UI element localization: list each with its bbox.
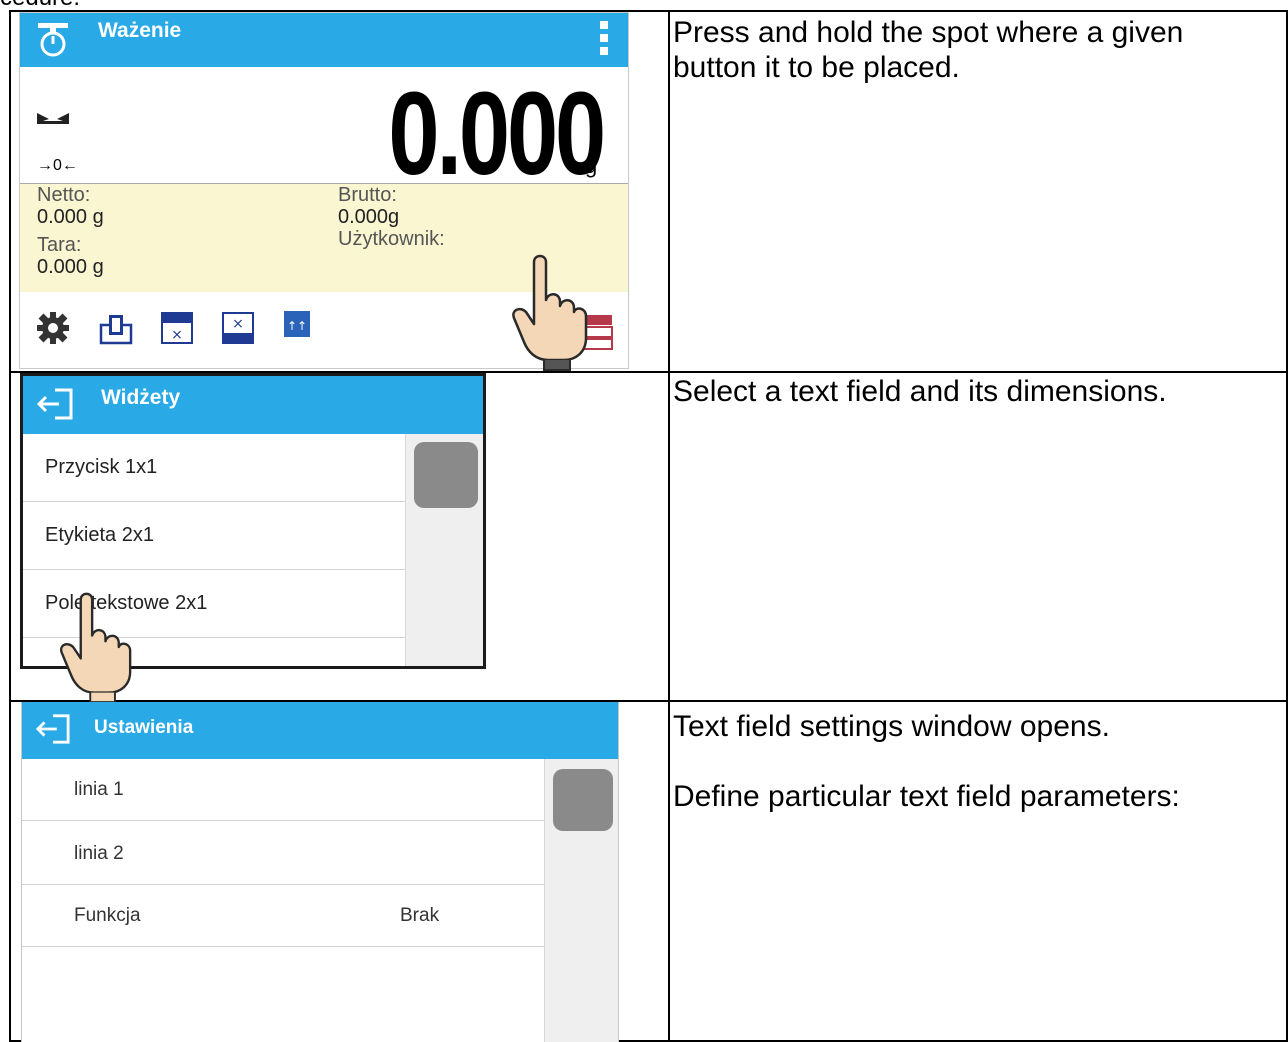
list-item-label: Przycisk 1x1 bbox=[45, 456, 158, 478]
list-item[interactable]: Etykieta 2x1 bbox=[23, 502, 405, 570]
instruction-row-3: Text field settings window opens. Define… bbox=[673, 709, 1273, 814]
instruction-row-1: Press and hold the spot where a given bu… bbox=[673, 15, 1273, 85]
scrollbar-thumb[interactable] bbox=[414, 442, 478, 508]
list-item-label: Etykieta 2x1 bbox=[45, 524, 154, 546]
weight-unit: g bbox=[585, 153, 598, 178]
instruction-line: Press and hold the spot where a given bbox=[673, 16, 1184, 49]
settings-screen: Ustawienia linia 1 linia 2 Funkcja Brak bbox=[21, 702, 619, 1042]
pointing-hand-icon bbox=[512, 254, 588, 371]
print-footer-icon[interactable]: ⨯ bbox=[221, 311, 255, 345]
netto-label: Netto: bbox=[37, 184, 91, 206]
scrollbar[interactable] bbox=[544, 759, 618, 1042]
settings-row-value: Brak bbox=[400, 905, 440, 926]
stability-indicator-icon bbox=[37, 113, 69, 124]
settings-title: Ustawienia bbox=[94, 717, 194, 738]
instruction-row-2: Select a text field and its dimensions. bbox=[673, 374, 1273, 409]
svg-text:↑↑: ↑↑ bbox=[287, 319, 307, 333]
column-divider bbox=[668, 12, 670, 1040]
netto-value: 0.000 g bbox=[37, 206, 104, 228]
settings-row-line2[interactable]: linia 2 bbox=[22, 823, 544, 885]
settings-row-label: linia 2 bbox=[74, 843, 124, 864]
tara-label: Tara: bbox=[37, 234, 82, 256]
widgets-header: Widżety bbox=[23, 376, 483, 434]
settings-row-label: linia 1 bbox=[74, 779, 124, 800]
weighing-header: Ważenie bbox=[20, 13, 628, 67]
instruction-line: button it to be placed. bbox=[673, 51, 960, 84]
weighing-title: Ważenie bbox=[98, 19, 182, 42]
scale-icon[interactable] bbox=[36, 21, 70, 57]
widgets-title: Widżety bbox=[101, 386, 181, 409]
instruction-line: Text field settings window opens. bbox=[673, 710, 1110, 743]
svg-text:⨯: ⨯ bbox=[171, 327, 183, 343]
brutto-value: 0.000g bbox=[338, 206, 400, 228]
settings-gear-icon[interactable] bbox=[36, 311, 70, 345]
instruction-line: Select a text field and its dimensions. bbox=[673, 375, 1167, 408]
tare-icon[interactable] bbox=[98, 311, 134, 345]
pointing-hand-icon bbox=[60, 592, 132, 704]
tara-value: 0.000 g bbox=[37, 256, 104, 278]
weight-display: 0.000 bbox=[388, 68, 606, 200]
settings-row-function[interactable]: Funkcja Brak bbox=[22, 885, 544, 947]
back-icon[interactable] bbox=[34, 712, 72, 746]
settings-row-line1[interactable]: linia 1 bbox=[22, 759, 544, 821]
brutto-label: Brutto: bbox=[338, 184, 397, 206]
function-button-icon[interactable]: ↑↑ bbox=[284, 311, 310, 337]
instruction-line: Define particular text field parameters: bbox=[673, 780, 1180, 813]
settings-row-label: Funkcja bbox=[74, 905, 141, 926]
more-menu-icon[interactable] bbox=[600, 21, 608, 60]
back-icon[interactable] bbox=[35, 386, 75, 422]
list-item[interactable]: Przycisk 1x1 bbox=[23, 434, 405, 502]
svg-text:⨯: ⨯ bbox=[232, 316, 244, 332]
user-label: Użytkownik: bbox=[338, 228, 445, 250]
print-header-icon[interactable]: ⨯ bbox=[160, 311, 194, 345]
scrollbar-thumb[interactable] bbox=[553, 769, 613, 831]
zero-indicator: →0← bbox=[37, 157, 78, 174]
settings-header: Ustawienia bbox=[22, 702, 618, 759]
scrollbar[interactable] bbox=[405, 434, 483, 666]
top-text-snippet: cedure: bbox=[0, 0, 80, 10]
